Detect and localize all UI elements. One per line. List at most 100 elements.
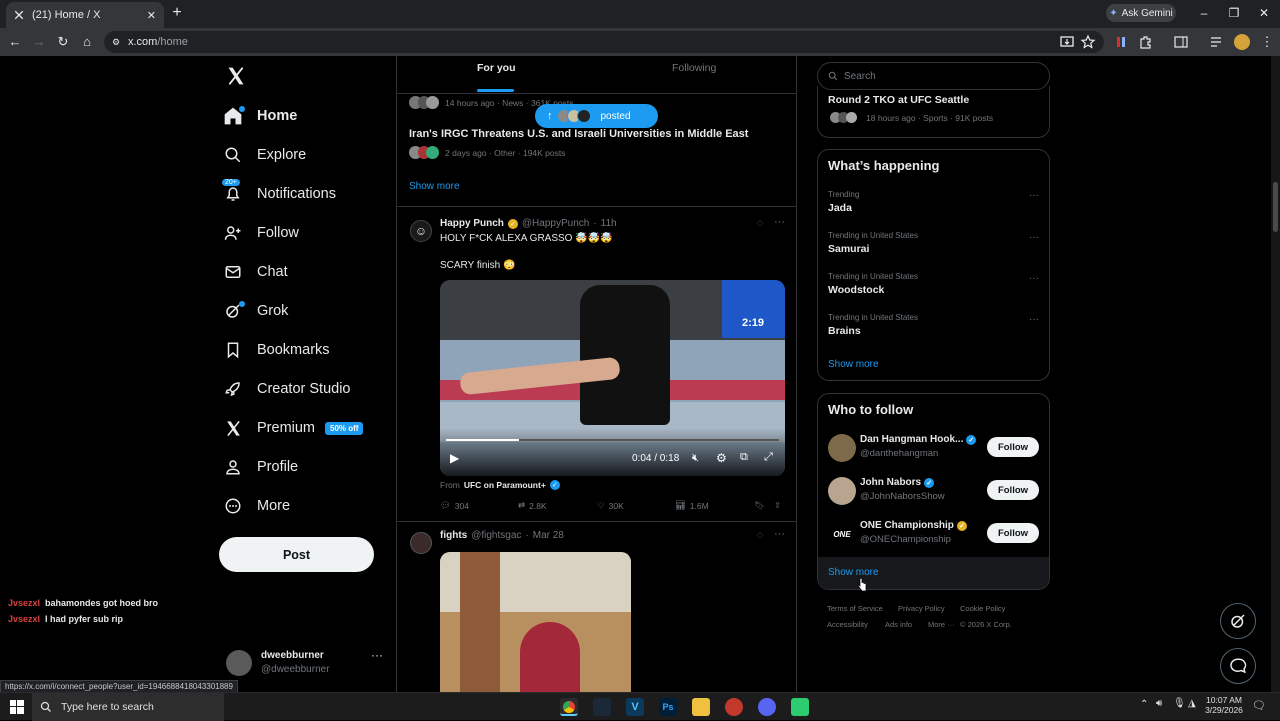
follow-suggestion-name[interactable]: John Nabors ✓ [860, 477, 935, 488]
scrollbar-thumb[interactable] [1273, 182, 1278, 232]
share-icon[interactable]: ⇪ [774, 500, 781, 511]
tab-for-you[interactable]: For you [477, 62, 516, 74]
post-button[interactable]: Post [219, 537, 374, 572]
profile-avatar-icon[interactable] [1234, 34, 1250, 50]
post-time[interactable]: 11h [601, 218, 617, 229]
browser-menu-icon[interactable]: ⋮ [1258, 33, 1276, 51]
footer-link[interactable]: Ads info [885, 620, 912, 629]
bookmark-star-icon[interactable] [1080, 34, 1096, 50]
windows-start-icon[interactable] [10, 700, 24, 714]
volume-icon[interactable]: 🔊︎ [1156, 698, 1162, 709]
reply-button[interactable]: 💬︎ 304 [440, 500, 469, 511]
play-icon[interactable]: ▶ [450, 451, 459, 465]
post-more-icon[interactable]: ··· [774, 216, 785, 228]
sidebar-item-follow[interactable]: Follow [222, 215, 299, 251]
footer-link[interactable]: More ··· [928, 620, 955, 629]
post-author-handle[interactable]: @HappyPunch [522, 218, 589, 229]
install-app-icon[interactable] [1059, 34, 1075, 50]
account-switcher[interactable]: dweebburner @dweebburner ··· [226, 648, 386, 688]
follow-suggestion-name[interactable]: ONE Championship ✓ [860, 520, 967, 531]
microphone-icon[interactable]: 🎙︎ [1173, 698, 1186, 709]
extension-red-icon[interactable] [1113, 34, 1129, 50]
sidebar-item-explore[interactable]: Explore [222, 137, 306, 173]
post-video[interactable]: 2:19 ▶ 0:04 / 0:18 🔇︎ ⚙ ⧉ ⤢ [440, 280, 785, 476]
file-explorer-taskbar-icon[interactable] [692, 698, 710, 716]
back-icon[interactable]: ← [6, 33, 24, 51]
repost-button[interactable]: ⇄ 2.8K [518, 500, 547, 511]
sidebar-item-home[interactable]: Home [222, 98, 297, 134]
trending-news-card[interactable]: Round 2 TKO at UFC Seattle 18 hours ago … [817, 86, 1050, 138]
trend-name[interactable]: Brains [828, 325, 861, 337]
one-championship-logo-icon[interactable]: ONE [828, 520, 856, 548]
avatar[interactable] [410, 532, 432, 554]
steam-taskbar-icon[interactable] [593, 698, 611, 716]
like-button[interactable]: ♡ 30K [597, 500, 624, 511]
new-posts-pill[interactable]: ↑ posted [535, 104, 658, 128]
minimize-icon[interactable]: – [1194, 4, 1214, 22]
post-time[interactable]: Mar 28 [533, 530, 564, 541]
restore-icon[interactable]: ❐ [1224, 4, 1244, 22]
footer-link[interactable]: Cookie Policy [960, 604, 1005, 613]
page-scrollbar[interactable] [1271, 56, 1280, 692]
sidebar-item-grok[interactable]: Grok [222, 293, 288, 329]
app-taskbar-icon[interactable] [725, 698, 743, 716]
bookmark-post-icon[interactable]: 🔖︎ [754, 500, 765, 511]
new-tab-button[interactable]: + [168, 4, 186, 22]
show-more-row[interactable]: Show more [818, 557, 1049, 589]
chrome-taskbar-icon[interactable] [560, 698, 578, 716]
notifications-center-icon[interactable]: 🗨︎ [1252, 699, 1266, 712]
settings-gear-icon[interactable]: ⚙ [716, 451, 727, 465]
trend-more-icon[interactable]: ··· [1029, 273, 1039, 284]
show-more-link[interactable]: Show more [828, 359, 879, 370]
taskbar-clock[interactable]: 10:07 AM 3/29/2026 [1204, 695, 1244, 715]
news-headline[interactable]: Iran's IRGC Threatens U.S. and Israeli U… [409, 128, 748, 140]
picture-in-picture-icon[interactable]: ⧉ [740, 451, 748, 464]
tray-chevron-icon[interactable]: ⌃ [1140, 699, 1148, 710]
grok-float-button[interactable] [1220, 603, 1256, 639]
taskbar-search-input[interactable]: Type here to search [32, 693, 224, 721]
messages-float-button[interactable] [1220, 648, 1256, 684]
show-more-link[interactable]: Show more [409, 181, 460, 192]
post-image[interactable] [440, 552, 631, 692]
reload-icon[interactable]: ↻ [54, 33, 72, 51]
trend-more-icon[interactable]: ··· [1029, 314, 1039, 325]
avatar[interactable]: ☺ [410, 220, 432, 242]
tab-following[interactable]: Following [672, 62, 716, 74]
trend-name[interactable]: Woodstock [828, 284, 884, 296]
sidebar-item-profile[interactable]: Profile [222, 449, 298, 485]
fullscreen-icon[interactable]: ⤢ [764, 451, 773, 464]
grok-post-icon[interactable]: ◌ [757, 218, 763, 229]
post-author-handle[interactable]: @fightsgac [471, 530, 521, 541]
show-more-link[interactable]: Show more [828, 567, 879, 578]
post-more-icon[interactable]: ··· [774, 528, 785, 540]
trend-more-icon[interactable]: ··· [1029, 190, 1039, 201]
follow-button[interactable]: Follow [987, 437, 1039, 457]
tab-close-icon[interactable]: ✕ [147, 9, 156, 22]
source-account[interactable]: UFC on Paramount+ [464, 480, 546, 490]
sidebar-item-notifications[interactable]: 20+ Notifications [222, 176, 336, 212]
close-window-icon[interactable]: ✕ [1254, 4, 1274, 22]
footer-link[interactable]: Terms of Service [827, 604, 883, 613]
trend-name[interactable]: Jada [828, 202, 852, 214]
site-info-icon[interactable]: ⚙ [112, 37, 120, 48]
footer-link[interactable]: Accessibility [827, 620, 868, 629]
network-icon[interactable]: ◮ [1188, 698, 1196, 709]
photoshop-taskbar-icon[interactable]: Ps [659, 698, 677, 716]
trend-name[interactable]: Samurai [828, 243, 869, 255]
sidebar-item-more[interactable]: More [222, 488, 290, 524]
home-page-icon[interactable]: ⌂ [78, 33, 96, 51]
avatar[interactable] [828, 434, 856, 462]
post-author-name[interactable]: Happy Punch [440, 218, 504, 229]
sidebar-item-bookmarks[interactable]: Bookmarks [222, 332, 330, 368]
mute-icon[interactable]: 🔇︎ [692, 452, 699, 465]
discord-taskbar-icon[interactable] [758, 698, 776, 716]
forward-icon[interactable]: → [30, 33, 48, 51]
vegas-taskbar-icon[interactable]: V [626, 698, 644, 716]
video-progress-track[interactable] [446, 439, 779, 441]
avatar[interactable] [828, 477, 856, 505]
sidebar-item-creator-studio[interactable]: Creator Studio [222, 371, 351, 407]
follow-suggestion-name[interactable]: Dan Hangman Hook... ✓ [860, 434, 977, 445]
footer-link[interactable]: Privacy Policy [898, 604, 945, 613]
browser-tab[interactable]: (21) Home / X ✕ [6, 2, 164, 28]
grok-post-icon[interactable]: ◌ [757, 530, 763, 541]
